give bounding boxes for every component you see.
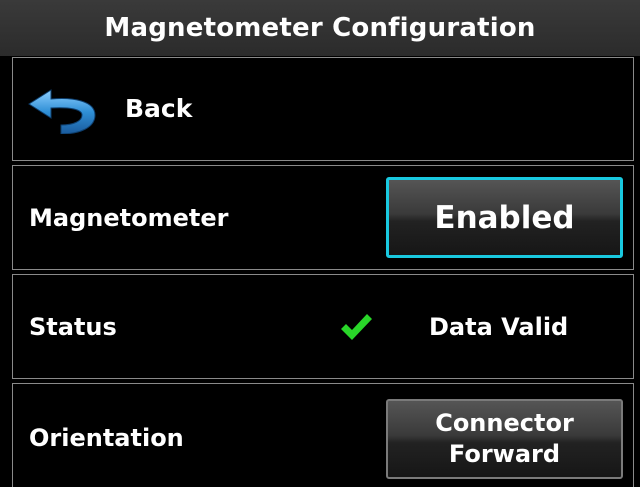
title-bar: Magnetometer Configuration	[0, 0, 640, 56]
back-arrow-icon	[28, 89, 96, 134]
back-row[interactable]: Back	[12, 57, 634, 161]
magnetometer-row: Magnetometer Enabled	[12, 165, 634, 270]
status-row: Status Data Valid	[12, 274, 634, 379]
orientation-button[interactable]: Connector Forward	[386, 399, 623, 479]
check-icon	[341, 314, 372, 340]
back-label: Back	[125, 94, 193, 123]
orientation-button-line1: Connector	[435, 408, 574, 437]
page-title: Magnetometer Configuration	[104, 13, 536, 43]
orientation-row: Orientation Connector Forward	[12, 383, 634, 487]
orientation-button-line2: Forward	[448, 440, 561, 468]
magnetometer-enabled-button[interactable]: Enabled	[386, 177, 623, 258]
magnetometer-label: Magnetometer	[29, 204, 229, 232]
magnetometer-enabled-button-label: Enabled	[434, 199, 575, 236]
status-value: Data Valid	[429, 313, 569, 341]
status-label: Status	[29, 313, 117, 341]
orientation-label: Orientation	[29, 424, 184, 452]
